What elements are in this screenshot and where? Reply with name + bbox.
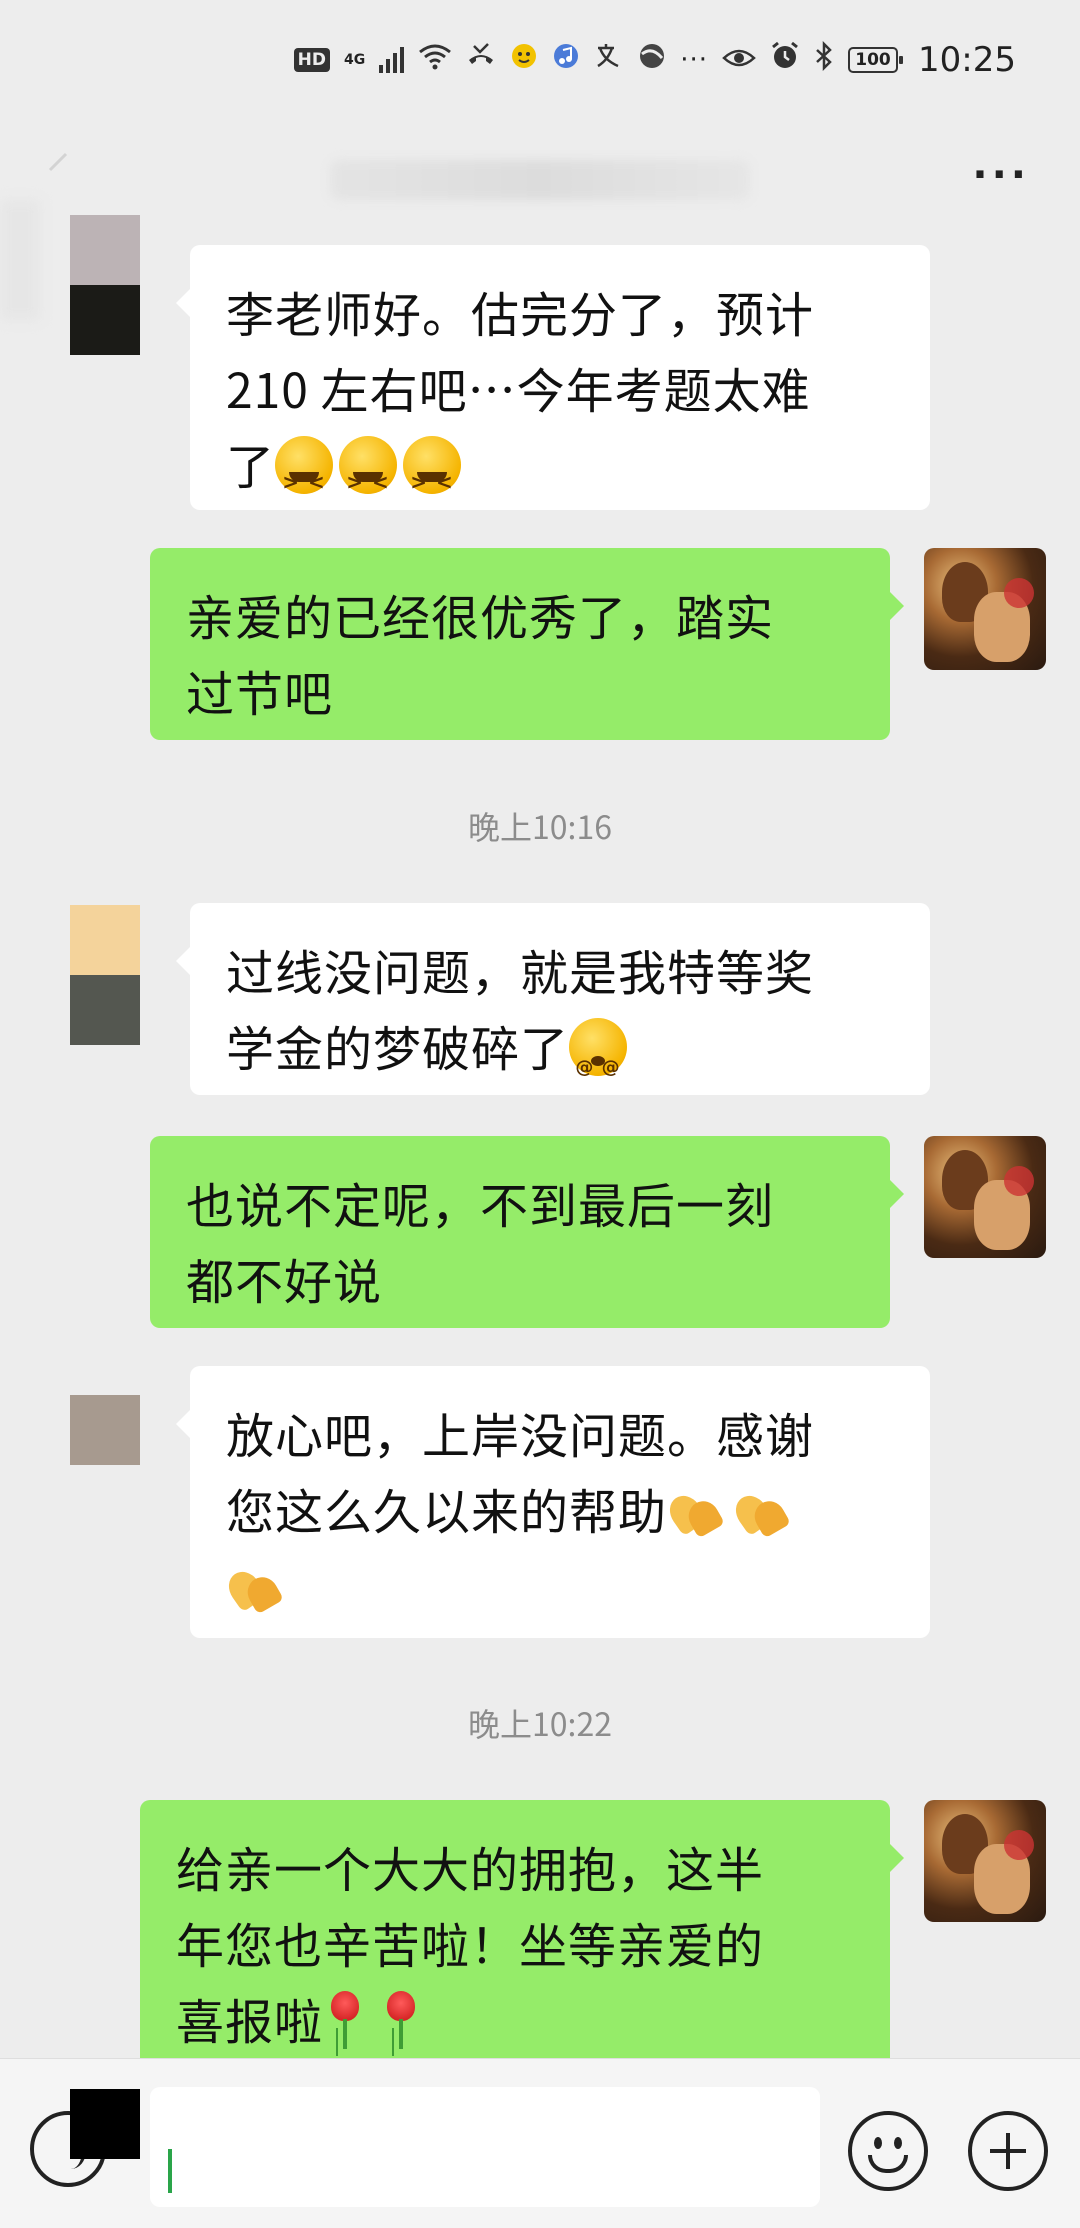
hd-badge: HD xyxy=(293,48,330,72)
message-bubble-outgoing[interactable]: 也说不定呢，不到最后一刻 都不好说 xyxy=(150,1136,904,1328)
signal-icon xyxy=(379,47,405,73)
my-avatar[interactable] xyxy=(924,548,1046,670)
contact-avatar[interactable] xyxy=(70,905,140,1045)
message-text-line: 年您也辛苦啦！坐等亲爱的 xyxy=(176,1907,765,1977)
message-text-line: 喜报啦 xyxy=(176,1980,854,2056)
crying-face-emoji-icon xyxy=(339,436,398,520)
wifi-icon xyxy=(418,42,452,78)
status-bar: HD 4G ··· 100 10:25 xyxy=(0,0,1080,120)
message-text-line: 放心吧，上岸没问题。感谢 xyxy=(226,1397,815,1467)
message-text-line: 也说不定呢，不到最后一刻 xyxy=(186,1167,775,1237)
chat-title xyxy=(330,160,750,200)
clapping-hands-emoji-icon xyxy=(733,1485,789,1535)
rose-emoji-icon xyxy=(379,1991,423,2051)
message-bubble-outgoing[interactable]: 给亲一个大大的拥抱，这半 年您也辛苦啦！坐等亲爱的 喜报啦 xyxy=(140,1800,904,2070)
message-timestamp: 晚上10:22 xyxy=(468,1700,612,1746)
contact-avatar[interactable] xyxy=(70,215,140,355)
title-bar: ··· xyxy=(0,120,1080,230)
input-bar xyxy=(0,2058,1080,2228)
crying-face-emoji-icon xyxy=(403,436,462,520)
message-bubble-outgoing[interactable]: 亲爱的已经很优秀了，踏实 过节吧 xyxy=(150,548,904,740)
message-text-line: 都不好说 xyxy=(186,1243,383,1313)
message-text-line: 学金的梦破碎了 xyxy=(226,1007,894,1106)
text-cursor xyxy=(168,2149,172,2193)
missed-call-icon xyxy=(466,42,496,78)
redacted-block xyxy=(70,2089,140,2159)
message-text-line: 210 左右吧…今年考题太难 xyxy=(226,352,811,422)
message-text-line: 亲爱的已经很优秀了，踏实 xyxy=(186,579,775,649)
translate-icon xyxy=(594,42,624,78)
chevron-left-icon xyxy=(48,152,68,172)
back-button[interactable] xyxy=(40,150,90,200)
message-timestamp: 晚上10:16 xyxy=(468,803,612,849)
message-bubble-incoming[interactable]: 过线没问题，就是我特等奖 学金的梦破碎了 xyxy=(176,903,930,1106)
message-text-line: 过线没问题，就是我特等奖 xyxy=(226,934,815,1004)
rose-emoji-icon xyxy=(323,1991,367,2051)
emoji-button[interactable] xyxy=(848,2111,928,2191)
more-options-button[interactable]: ··· xyxy=(972,152,1030,198)
message-text-line: 李老师好。估完分了，预计 xyxy=(226,276,815,346)
clock: 10:25 xyxy=(918,40,1016,80)
alarm-icon xyxy=(770,41,800,79)
clapping-hands-emoji-icon xyxy=(226,1561,282,1611)
network-type: 4G xyxy=(343,52,366,68)
clapping-hands-emoji-icon xyxy=(667,1485,723,1535)
music-app-icon xyxy=(552,42,580,78)
flushed-face-emoji-icon xyxy=(569,1018,628,1106)
bluetooth-icon xyxy=(814,40,834,79)
battery-icon: 100 xyxy=(848,47,904,73)
my-avatar[interactable] xyxy=(924,1136,1046,1258)
chat-screen: HD 4G ··· 100 10:25 ··· 李老师好。估完分了，预计 210… xyxy=(0,0,1080,2228)
message-text-line: 给亲一个大大的拥抱，这半 xyxy=(176,1831,765,1901)
eye-icon xyxy=(722,43,756,78)
contact-avatar[interactable] xyxy=(70,1395,140,1535)
message-bubble-incoming[interactable]: 放心吧，上岸没问题。感谢 您这么久以来的帮助 xyxy=(176,1366,930,1638)
status-icons: HD 4G ··· 100 xyxy=(293,40,904,79)
message-input[interactable] xyxy=(150,2087,820,2207)
message-text-line xyxy=(226,1546,894,1622)
message-bubble-incoming[interactable]: 李老师好。估完分了，预计 210 左右吧…今年考题太难 了 xyxy=(176,245,930,520)
plus-button[interactable] xyxy=(968,2111,1048,2191)
my-avatar[interactable] xyxy=(924,1800,1046,1922)
more-notifications-icon: ··· xyxy=(680,45,709,75)
crying-face-emoji-icon xyxy=(275,436,334,520)
message-text-line: 过节吧 xyxy=(186,655,334,725)
browser-icon xyxy=(638,42,666,78)
message-text-line: 您这么久以来的帮助 xyxy=(226,1470,894,1546)
message-text-line: 了 xyxy=(226,425,894,520)
blurred-edge xyxy=(0,200,40,320)
notification-app-icon xyxy=(510,42,538,78)
